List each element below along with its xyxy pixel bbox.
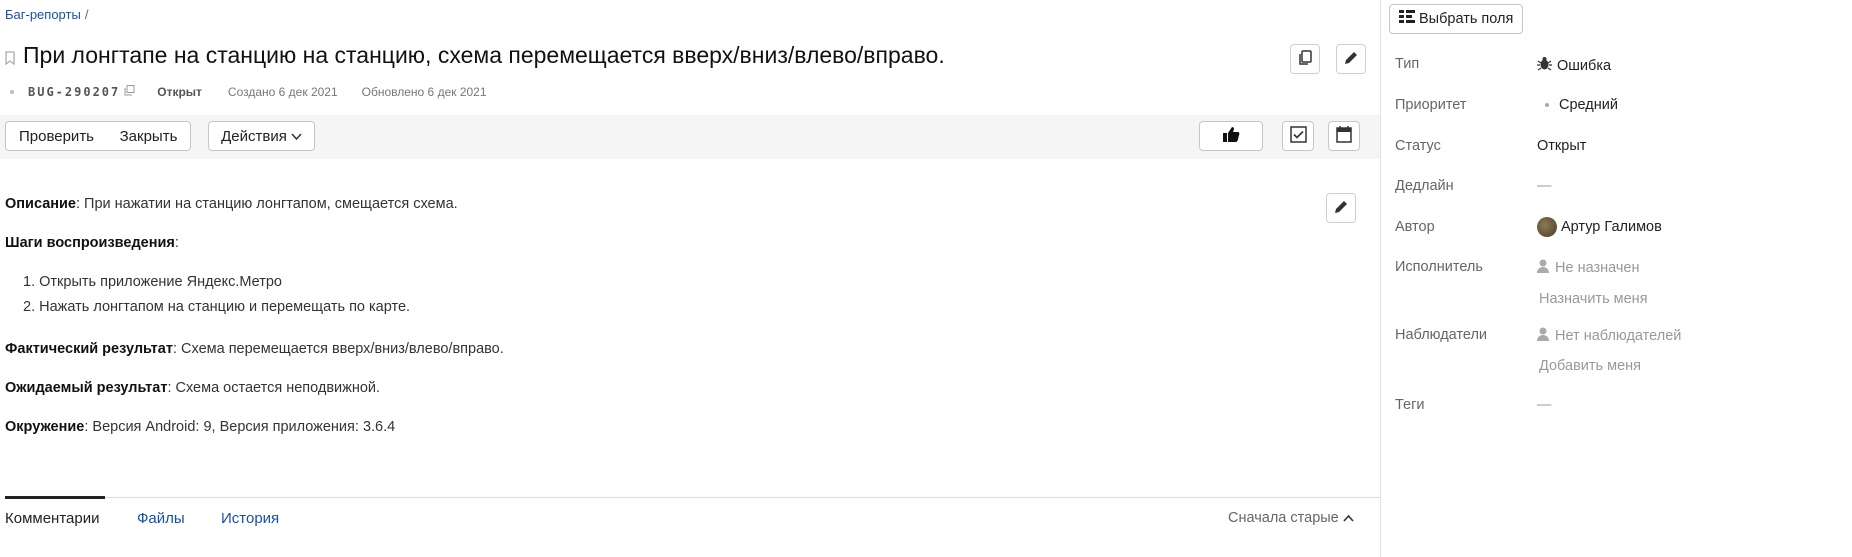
- steps-heading: Шаги воспроизведения:: [5, 235, 179, 251]
- tab-comments[interactable]: Комментарии: [5, 510, 99, 527]
- properties-sidebar: Выбрать поля Тип Ошибка Приоритет Средни…: [1380, 0, 1852, 557]
- environment-line: Окружение: Версия Android: 9, Версия при…: [5, 419, 395, 435]
- author-label: Автор: [1395, 219, 1435, 235]
- tags-value[interactable]: —: [1537, 397, 1552, 413]
- actual-result-line: Фактический результат: Схема перемещаетс…: [5, 341, 504, 357]
- breadcrumb-separator: /: [84, 7, 89, 22]
- watchers-label: Наблюдатели: [1395, 327, 1488, 343]
- steps-colon: :: [174, 235, 179, 251]
- thumbs-up-icon: [1222, 126, 1240, 147]
- watchers-value[interactable]: Нет наблюдателей: [1537, 327, 1681, 345]
- checklist-button[interactable]: [1282, 121, 1314, 151]
- meta-dot: [10, 90, 14, 94]
- list-item: 2. Нажать лонгтапом на станцию и перемещ…: [23, 299, 411, 315]
- edit-description-button[interactable]: [1326, 193, 1356, 223]
- created-date: Создано 6 дек 2021: [227, 85, 338, 99]
- like-button[interactable]: [1199, 121, 1263, 151]
- description-line: Описание: При нажатии на станцию лонгтап…: [5, 196, 458, 212]
- sort-label: Сначала старые: [1228, 510, 1339, 526]
- assignee-text: Не назначен: [1555, 260, 1640, 276]
- description-text: : При нажатии на станцию лонгтапом, смещ…: [76, 196, 458, 212]
- copy-icon: [1297, 49, 1313, 69]
- author-value[interactable]: Артур Галимов: [1537, 217, 1662, 237]
- assign-me-link[interactable]: Назначить меня: [1539, 291, 1648, 307]
- person-icon: [1537, 259, 1549, 277]
- bookmark-icon[interactable]: [5, 50, 15, 65]
- checkbox-icon: [1289, 125, 1307, 147]
- close-button[interactable]: Закрыть: [107, 121, 191, 151]
- tab-files[interactable]: Файлы: [137, 510, 185, 527]
- deadline-label: Дедлайн: [1395, 178, 1454, 194]
- breadcrumb: Баг-репорты /: [5, 7, 88, 22]
- chevron-down-icon: [291, 128, 302, 145]
- updated-date: Обновлено 6 дек 2021: [361, 85, 487, 99]
- type-text: Ошибка: [1557, 57, 1612, 74]
- description-label: Описание: [5, 196, 76, 212]
- priority-text: Средний: [1559, 97, 1618, 113]
- check-button[interactable]: Проверить: [5, 121, 108, 151]
- priority-label: Приоритет: [1395, 97, 1467, 113]
- actions-dropdown[interactable]: Действия: [208, 121, 315, 151]
- fields-grid-icon: [1399, 10, 1419, 28]
- active-tab-indicator: [5, 496, 105, 499]
- tags-label: Теги: [1395, 397, 1425, 413]
- pencil-icon: [1333, 199, 1349, 218]
- expected-result-text: : Схема остается неподвижной.: [167, 380, 381, 396]
- type-label: Тип: [1395, 56, 1420, 72]
- assignee-value[interactable]: Не назначен: [1537, 259, 1640, 277]
- copy-link-button[interactable]: [1290, 44, 1320, 74]
- avatar: [1537, 217, 1557, 237]
- tab-history[interactable]: История: [221, 510, 279, 527]
- author-name: Артур Галимов: [1561, 219, 1662, 235]
- action-toolbar: Проверить Закрыть Действия: [0, 115, 1380, 159]
- expected-result-label: Ожидаемый результат: [5, 380, 168, 396]
- breadcrumb-bug-reports[interactable]: Баг-репорты: [5, 7, 81, 22]
- watchers-text: Нет наблюдателей: [1555, 328, 1682, 344]
- calendar-button[interactable]: [1328, 121, 1360, 151]
- status-badge: Открыт: [157, 85, 202, 99]
- assignee-label: Исполнитель: [1395, 259, 1483, 275]
- bug-icon: [1537, 56, 1552, 75]
- actions-label: Действия: [221, 127, 287, 145]
- actual-result-label: Фактический результат: [5, 341, 173, 357]
- type-value[interactable]: Ошибка: [1537, 56, 1611, 75]
- list-item: 1. Открыть приложение Яндекс.Метро: [23, 274, 282, 290]
- issue-key: BUG-290207: [28, 85, 121, 99]
- calendar-icon: [1336, 125, 1352, 147]
- edit-title-button[interactable]: [1336, 44, 1366, 74]
- environment-label: Окружение: [5, 419, 85, 435]
- steps-list: 1. Открыть приложение Яндекс.Метро 2. На…: [23, 274, 410, 315]
- priority-value[interactable]: Средний: [1537, 97, 1618, 113]
- tabs-divider: [5, 497, 1380, 498]
- pick-fields-label: Выбрать поля: [1419, 11, 1514, 27]
- title-row: При лонгтапе на станцию на станцию, схем…: [5, 42, 945, 69]
- expected-result-line: Ожидаемый результат: Схема остается непо…: [5, 380, 380, 396]
- environment-text: : Версия Android: 9, Версия приложения: …: [84, 419, 396, 435]
- pick-fields-button[interactable]: Выбрать поля: [1389, 4, 1524, 34]
- steps-label: Шаги воспроизведения: [5, 235, 175, 251]
- issue-meta: BUG-290207 Открыт Создано 6 дек 2021 Обн…: [10, 85, 487, 99]
- deadline-value[interactable]: —: [1537, 178, 1552, 194]
- sort-order-toggle[interactable]: Сначала старые: [1228, 510, 1354, 526]
- status-label: Статус: [1395, 138, 1441, 154]
- priority-dot-icon: [1545, 103, 1549, 107]
- status-value[interactable]: Открыт: [1537, 138, 1586, 154]
- pencil-icon: [1343, 50, 1359, 69]
- issue-title: При лонгтапе на станцию на станцию, схем…: [23, 42, 945, 68]
- copy-key-icon[interactable]: [124, 85, 135, 99]
- actual-result-text: : Схема перемещается вверх/вниз/влево/вп…: [172, 341, 504, 357]
- issue-main: Баг-репорты / При лонгтапе на станцию на …: [0, 0, 1380, 557]
- add-me-link[interactable]: Добавить меня: [1539, 358, 1641, 374]
- chevron-up-icon: [1343, 510, 1354, 526]
- person-icon: [1537, 327, 1549, 345]
